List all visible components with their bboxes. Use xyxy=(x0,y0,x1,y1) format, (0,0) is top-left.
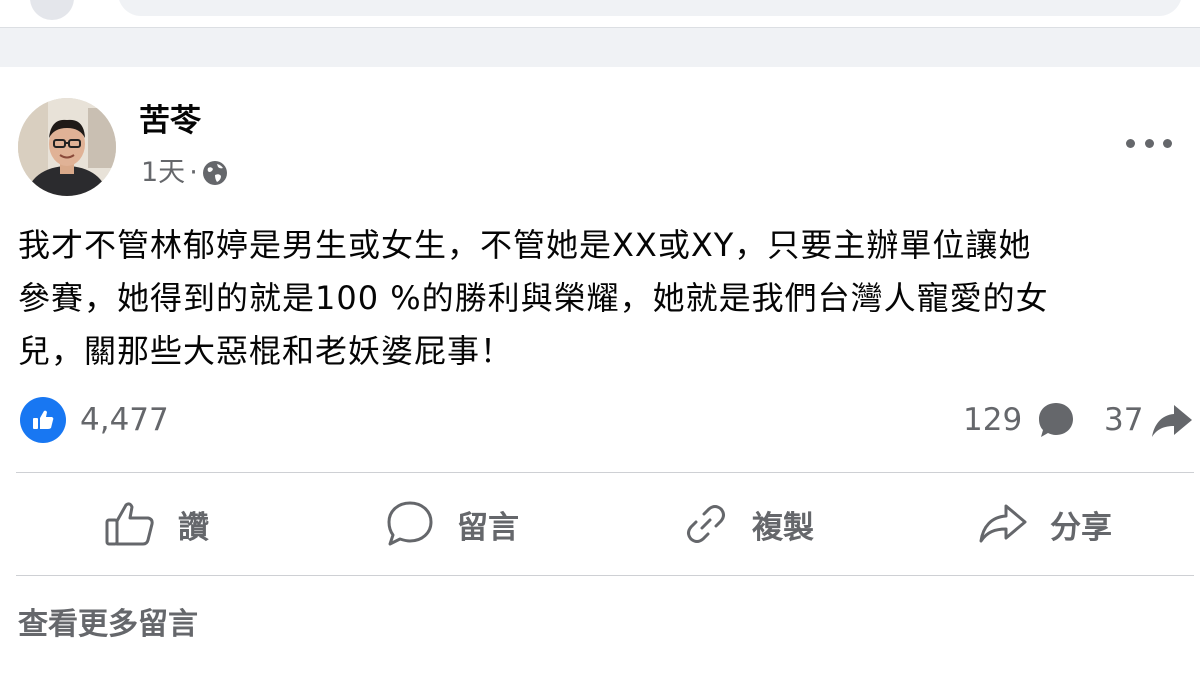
comment-bubble-icon xyxy=(1039,403,1073,437)
post-meta: 1天 · xyxy=(141,156,228,190)
comment-button[interactable]: 留言 xyxy=(385,497,519,551)
divider xyxy=(16,472,1194,473)
like-button-label: 讚 xyxy=(178,509,209,546)
post-body: 我才不管林郁婷是男生或女生，不管她是XX或XY，只要主辦單位讓她 參賽，她得到的… xyxy=(18,219,1188,378)
post-card: 苦苓 1天 · 我才不管林郁婷是男生或女生，不管她是XX或XY，只要主辦單位讓她… xyxy=(0,67,1200,687)
view-more-comments-link[interactable]: 查看更多留言 xyxy=(18,605,198,645)
comment-outline-icon xyxy=(387,501,433,546)
share-arrow-icon xyxy=(1152,405,1192,437)
author-avatar[interactable] xyxy=(18,98,116,196)
like-reaction-icon[interactable] xyxy=(20,397,66,443)
post-body-line: 參賽，她得到的就是100 %的勝利與榮耀，她就是我們台灣人寵愛的女 xyxy=(18,279,1049,317)
copy-link-button-label: 複製 xyxy=(752,509,814,546)
share-button-label: 分享 xyxy=(1050,509,1112,546)
post-timestamp[interactable]: 1天 xyxy=(141,156,185,190)
profile-avatar[interactable] xyxy=(30,0,74,20)
divider xyxy=(16,575,1194,576)
more-dot-icon xyxy=(1126,138,1135,148)
thumbs-up-outline-icon xyxy=(105,502,154,546)
share-count[interactable]: 37 xyxy=(1104,399,1143,441)
comment-button-label: 留言 xyxy=(457,509,519,546)
copy-link-button[interactable]: 複製 xyxy=(682,497,814,551)
meta-separator: · xyxy=(189,157,198,188)
post-body-line: 我才不管林郁婷是男生或女生，不管她是XX或XY，只要主辦單位讓她 xyxy=(18,226,1032,264)
thumbs-up-icon xyxy=(33,410,54,429)
like-button[interactable]: 讚 xyxy=(104,497,209,551)
more-dot-icon xyxy=(1163,138,1172,148)
comment-count[interactable]: 129 xyxy=(963,399,1022,441)
reaction-count[interactable]: 4,477 xyxy=(80,399,169,441)
post-options-button[interactable] xyxy=(1126,133,1172,153)
link-icon xyxy=(687,505,725,543)
more-dot-icon xyxy=(1144,138,1154,148)
top-navigation-bar xyxy=(0,0,1200,28)
share-outline-icon xyxy=(979,504,1027,543)
globe-icon xyxy=(202,161,227,185)
composer-input[interactable] xyxy=(118,0,1182,16)
share-button[interactable]: 分享 xyxy=(978,497,1112,551)
post-body-line: 兒，關那些大惡棍和老妖婆屁事！ xyxy=(18,332,514,370)
post-author-name[interactable]: 苦苓 xyxy=(139,103,201,139)
